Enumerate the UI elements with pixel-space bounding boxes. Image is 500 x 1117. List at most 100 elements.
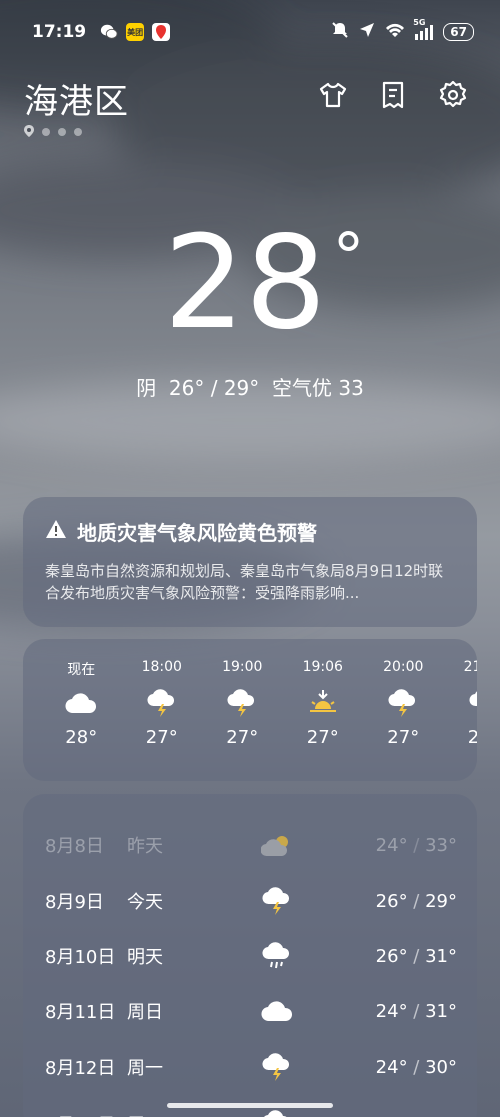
current-temperature: 28 ° (164, 220, 365, 348)
day-temp-range: 24° / 30° (376, 1057, 457, 1078)
meituan-icon: 美团 (126, 23, 145, 41)
hour-time: 20:00 (383, 659, 424, 675)
signal-icon: 5G (413, 18, 434, 40)
day-label: 周一 (127, 1058, 163, 1079)
cloud-icon (41, 679, 122, 727)
page-dot (58, 127, 66, 136)
day-temp-range: 26° / 31° (376, 946, 457, 967)
range-separator: / (407, 1056, 426, 1078)
gear-icon[interactable] (438, 80, 468, 114)
range-separator: / (407, 945, 426, 967)
rain-icon (247, 941, 307, 971)
day-low: 24° (375, 1000, 408, 1022)
day-high: 28° (425, 1114, 457, 1117)
day-date: 8月12日 (45, 1058, 116, 1079)
status-time: 17:19 (32, 22, 87, 42)
day-low: 26° (375, 890, 408, 912)
degree-symbol: ° (332, 221, 365, 295)
hour-temp: 27° (226, 727, 259, 748)
hour-temp: 28° (65, 727, 98, 748)
hourly-item[interactable]: 18:00 27° (122, 659, 203, 748)
hour-temp: 27° (306, 727, 339, 748)
day-date: 8月9日 (45, 892, 104, 913)
day-high: 33° (425, 834, 457, 856)
header: 海港区 (24, 74, 476, 134)
day-low: 24° (375, 834, 408, 856)
daily-row[interactable]: 8月12日 周一 24° / 30° (45, 1047, 457, 1087)
status-bar: 17:19 美团 5G 67 (0, 0, 500, 64)
tshirt-icon[interactable] (318, 80, 348, 114)
page-dot (42, 127, 50, 136)
day-low: 26° (376, 1114, 408, 1117)
range-separator: / (407, 834, 426, 856)
hour-time: 19:06 (302, 659, 343, 675)
thunder-icon (247, 1052, 307, 1082)
day-date: 8月13日 (45, 1111, 127, 1117)
hour-time: 19:00 (222, 659, 263, 675)
hour-time: 21:00 (463, 659, 477, 675)
day-low: 24° (375, 1056, 408, 1078)
hourly-item[interactable]: 19:00 27° (202, 659, 283, 748)
range-separator: / (408, 1114, 426, 1117)
day-high: 30° (425, 1056, 457, 1078)
thunder-icon (247, 1109, 307, 1117)
hourly-item[interactable]: 19:06 27° (283, 659, 364, 748)
day-label: 周日 (127, 1002, 163, 1023)
thunder-icon (363, 679, 444, 727)
thunder-icon (247, 886, 307, 916)
daily-row[interactable]: 8月8日 昨天 24° / 33° (45, 825, 457, 865)
temperature-value: 28 (163, 209, 327, 358)
warning-icon (45, 519, 67, 544)
day-high: 29° (425, 890, 457, 912)
day-temp-range: 26° / 28° (376, 1114, 457, 1117)
hourly-item[interactable]: 20:00 27° (363, 659, 444, 748)
day-temp-range: 24° / 33° (376, 835, 457, 856)
day-temp-range: 24° / 31° (376, 1001, 457, 1022)
hour-temp: 27° (145, 727, 178, 748)
day-low: 26° (375, 945, 408, 967)
range-separator: / (407, 1000, 426, 1022)
location-arrow-icon (359, 22, 375, 43)
wifi-icon (385, 22, 405, 43)
mute-icon (331, 21, 349, 44)
hourly-item[interactable]: 现在 28° (41, 659, 122, 748)
weather-alert-card[interactable]: 地质灾害气象风险黄色预警 秦皇岛市自然资源和规划局、秦皇岛市气象局8月9日12时… (23, 497, 477, 627)
current-weather: 28 ° (0, 220, 500, 348)
page-dot (74, 127, 82, 136)
rain-icon (444, 679, 477, 727)
range-separator: / (407, 890, 426, 912)
daily-row[interactable]: 8月11日 周日 24° / 31° (45, 991, 457, 1031)
day-label: 明天 (127, 947, 163, 968)
daily-row[interactable]: 8月10日 明天 26° / 31° (45, 936, 457, 976)
map-app-icon (152, 23, 171, 41)
hourly-item[interactable]: 21:00 27° (444, 659, 477, 748)
sunset-icon (283, 679, 364, 727)
home-indicator[interactable] (167, 1103, 333, 1108)
hourly-forecast-card[interactable]: 现在28°18:0027°19:0027°19:0627°20:0027°21:… (23, 639, 477, 781)
page-indicator (24, 122, 82, 141)
hour-time: 现在 (67, 662, 96, 678)
battery-indicator: 67 (443, 23, 474, 41)
wechat-icon (100, 23, 118, 41)
network-type: 5G (413, 18, 426, 27)
day-high: 31° (425, 1000, 457, 1022)
hour-time: 18:00 (141, 659, 182, 675)
day-temp-range: 26° / 29° (376, 891, 457, 912)
hour-temp: 27° (467, 727, 477, 748)
weather-summary[interactable]: 阴 26° / 29° 空气优 33 (0, 372, 500, 401)
day-date: 8月11日 (45, 1002, 116, 1023)
day-label: 今天 (127, 892, 163, 913)
daily-row[interactable]: 8月9日 今天 26° / 29° (45, 881, 457, 921)
hour-temp: 27° (387, 727, 420, 748)
cloud-icon (247, 1000, 307, 1022)
location-pin-icon (24, 122, 34, 141)
day-label: 昨天 (127, 836, 163, 857)
daily-forecast-card[interactable]: 8月8日 昨天 24° / 33° 8月9日 今天 26° / 29° 8月10日 明天 26°… (23, 794, 477, 1117)
day-date: 8月8日 (45, 836, 104, 857)
thunder-icon (202, 679, 283, 727)
day-high: 31° (425, 945, 457, 967)
alert-body: 秦皇岛市自然资源和规划局、秦皇岛市气象局8月9日12时联合发布地质灾害气象风险预… (45, 562, 444, 602)
thunder-icon (122, 679, 203, 727)
document-icon[interactable] (378, 80, 408, 114)
alert-title: 地质灾害气象风险黄色预警 (77, 521, 317, 545)
